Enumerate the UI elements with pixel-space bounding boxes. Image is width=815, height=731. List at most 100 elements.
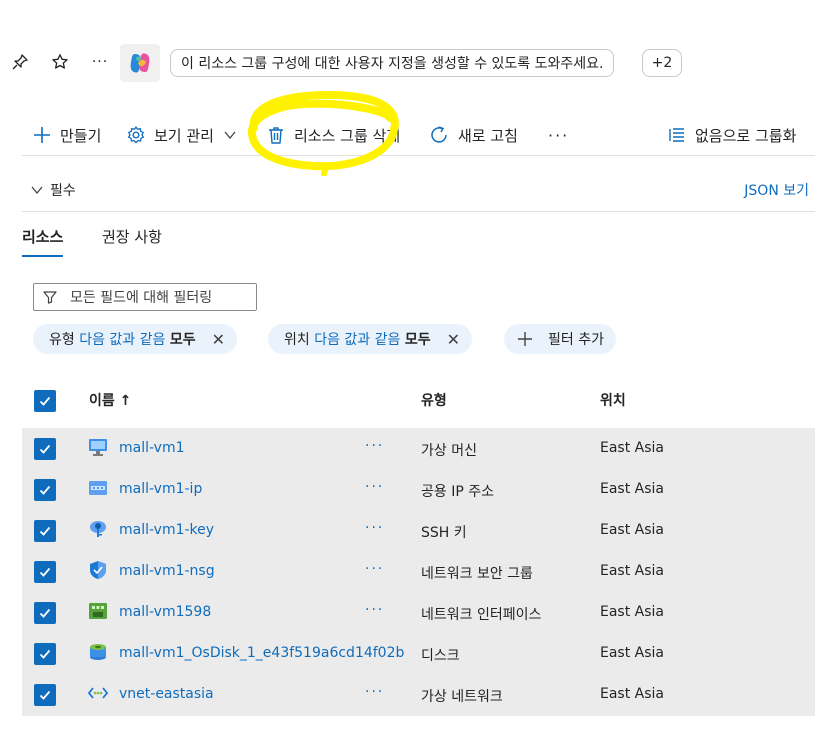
resource-name-link[interactable]: mall-vm1-key (119, 522, 214, 538)
resource-location: East Asia (600, 440, 664, 456)
vm-icon (88, 437, 108, 457)
pin-icon[interactable] (8, 50, 32, 74)
plus-icon (34, 127, 50, 143)
star-icon[interactable] (48, 50, 72, 74)
filter-chip-operator: 다음 값과 같음 (79, 332, 166, 348)
more-options-icon[interactable]: ··· (88, 50, 112, 74)
disk-icon (88, 642, 108, 662)
filter-chip-location[interactable]: 위치 다음 값과 같음 모두 ✕ (268, 324, 473, 354)
command-bar: 만들기 보기 관리 리소스 그룹 삭제 새로 고침 ··· 없음으로 그룹화 (22, 114, 815, 156)
nsg-shield-icon (88, 560, 108, 580)
essentials-label: 필수 (50, 183, 76, 199)
essentials-toggle[interactable]: 필수 (30, 180, 76, 200)
table-row[interactable]: mall-vm1-key ··· SSH 키 East Asia (22, 510, 815, 551)
refresh-label: 새로 고침 (458, 126, 518, 145)
close-icon[interactable]: ✕ (447, 330, 460, 349)
row-checkbox[interactable] (34, 520, 56, 542)
group-list-icon (669, 128, 684, 142)
refresh-button[interactable]: 새로 고침 (428, 122, 518, 148)
delete-resource-group-label: 리소스 그룹 삭제 (294, 126, 401, 145)
table-row[interactable]: mall-vm1-ip ··· 공용 IP 주소 East Asia (22, 469, 815, 510)
row-more-options-icon[interactable]: ··· (365, 602, 384, 618)
chevron-down-icon (224, 131, 236, 140)
row-checkbox[interactable] (34, 561, 56, 583)
create-label: 만들기 (60, 126, 102, 145)
add-filter-label: 필터 추가 (548, 332, 604, 348)
filter-input[interactable]: 모든 필드에 대해 필터링 (33, 283, 257, 311)
resource-type: 네트워크 인터페이스 (421, 607, 542, 623)
resource-type: SSH 키 (421, 525, 467, 541)
resource-name-link[interactable]: mall-vm1 (119, 440, 185, 456)
table-header: 이름 ↑ 유형 위치 (22, 384, 815, 418)
table-row[interactable]: mall-vm1598 ··· 네트워크 인터페이스 East Asia (22, 592, 815, 633)
essentials-section: 필수 JSON 보기 (22, 168, 815, 212)
refresh-icon (431, 126, 447, 143)
select-all-checkbox[interactable] (34, 390, 56, 412)
resource-location: East Asia (600, 481, 664, 497)
public-ip-icon (88, 478, 108, 498)
row-checkbox[interactable] (34, 602, 56, 624)
resource-location: East Asia (600, 645, 664, 661)
resource-name-link[interactable]: mall-vm1598 (119, 604, 211, 620)
checkmark-icon (39, 690, 51, 700)
group-by-label: 없음으로 그룹화 (695, 126, 797, 145)
create-button[interactable]: 만들기 (32, 122, 101, 148)
resource-name-link[interactable]: vnet-eastasia (119, 686, 214, 702)
resource-location: East Asia (600, 563, 664, 579)
filter-chip-field: 유형 (49, 332, 75, 348)
resource-type: 네트워크 보안 그룹 (421, 566, 533, 582)
tab-resources[interactable]: 리소스 (22, 226, 64, 257)
delete-resource-group-button[interactable]: 리소스 그룹 삭제 (266, 122, 400, 148)
chevron-down-icon (31, 186, 43, 195)
column-header-location[interactable]: 위치 (600, 390, 626, 410)
close-icon[interactable]: ✕ (212, 330, 225, 349)
resource-location: East Asia (600, 604, 664, 620)
resource-location: East Asia (600, 686, 664, 702)
group-by-button[interactable]: 없음으로 그룹화 (667, 122, 796, 148)
row-checkbox[interactable] (34, 479, 56, 501)
column-header-name[interactable]: 이름 ↑ (89, 390, 131, 410)
row-checkbox[interactable] (34, 684, 56, 706)
plus-icon (518, 332, 532, 346)
filter-icon (43, 291, 57, 304)
checkmark-icon (39, 526, 51, 536)
manage-view-button[interactable]: 보기 관리 (126, 122, 238, 148)
checkmark-icon (39, 567, 51, 577)
vnet-icon (88, 683, 108, 703)
copilot-logo-icon[interactable] (120, 44, 160, 82)
resource-name-link[interactable]: mall-vm1-nsg (119, 563, 215, 579)
copilot-suggestion-prompt[interactable]: 이 리소스 그룹 구성에 대한 사용자 지정을 생성할 수 있도록 도와주세요. (170, 49, 615, 77)
row-checkbox[interactable] (34, 643, 56, 665)
row-more-options-icon[interactable]: ··· (365, 520, 384, 536)
table-row[interactable]: vnet-eastasia ··· 가상 네트워크 East Asia (22, 674, 815, 715)
tab-recommendations[interactable]: 권장 사항 (102, 226, 162, 255)
filter-chip-operator: 다음 값과 같음 (314, 332, 401, 348)
table-row[interactable]: mall-vm1-nsg ··· 네트워크 보안 그룹 East Asia (22, 551, 815, 592)
column-header-type[interactable]: 유형 (421, 390, 447, 410)
more-suggestions-button[interactable]: +2 (642, 49, 682, 77)
manage-view-label: 보기 관리 (154, 126, 214, 145)
filter-placeholder: 모든 필드에 대해 필터링 (70, 290, 213, 306)
resource-name-link[interactable]: mall-vm1_OsDisk_1_e43f519a6cd14f02b (119, 645, 404, 661)
row-more-options-icon[interactable]: ··· (365, 684, 384, 700)
gear-icon (127, 126, 145, 144)
resource-type: 디스크 (421, 648, 460, 664)
resource-type: 가상 네트워크 (421, 689, 503, 705)
resource-table-body: mall-vm1 ··· 가상 머신 East Asia mall-vm1-ip ··· 공… (22, 428, 815, 716)
row-checkbox[interactable] (34, 438, 56, 460)
filter-chip-type[interactable]: 유형 다음 값과 같음 모두 ✕ (33, 324, 238, 354)
more-commands-button[interactable]: ··· (548, 122, 569, 148)
add-filter-button[interactable]: 필터 추가 (504, 324, 616, 354)
table-row[interactable]: mall-vm1_OsDisk_1_e43f519a6cd14f02b 디스크 Ea… (22, 633, 815, 674)
row-more-options-icon[interactable]: ··· (365, 438, 384, 454)
row-more-options-icon[interactable]: ··· (365, 561, 384, 577)
resource-location: East Asia (600, 522, 664, 538)
table-row[interactable]: mall-vm1 ··· 가상 머신 East Asia (22, 428, 815, 469)
filter-chip-value: 모두 (404, 332, 431, 348)
json-view-link[interactable]: JSON 보기 (744, 180, 809, 200)
trash-icon (269, 127, 283, 144)
checkmark-icon (39, 396, 51, 406)
checkmark-icon (39, 608, 51, 618)
row-more-options-icon[interactable]: ··· (365, 479, 384, 495)
resource-name-link[interactable]: mall-vm1-ip (119, 481, 202, 497)
